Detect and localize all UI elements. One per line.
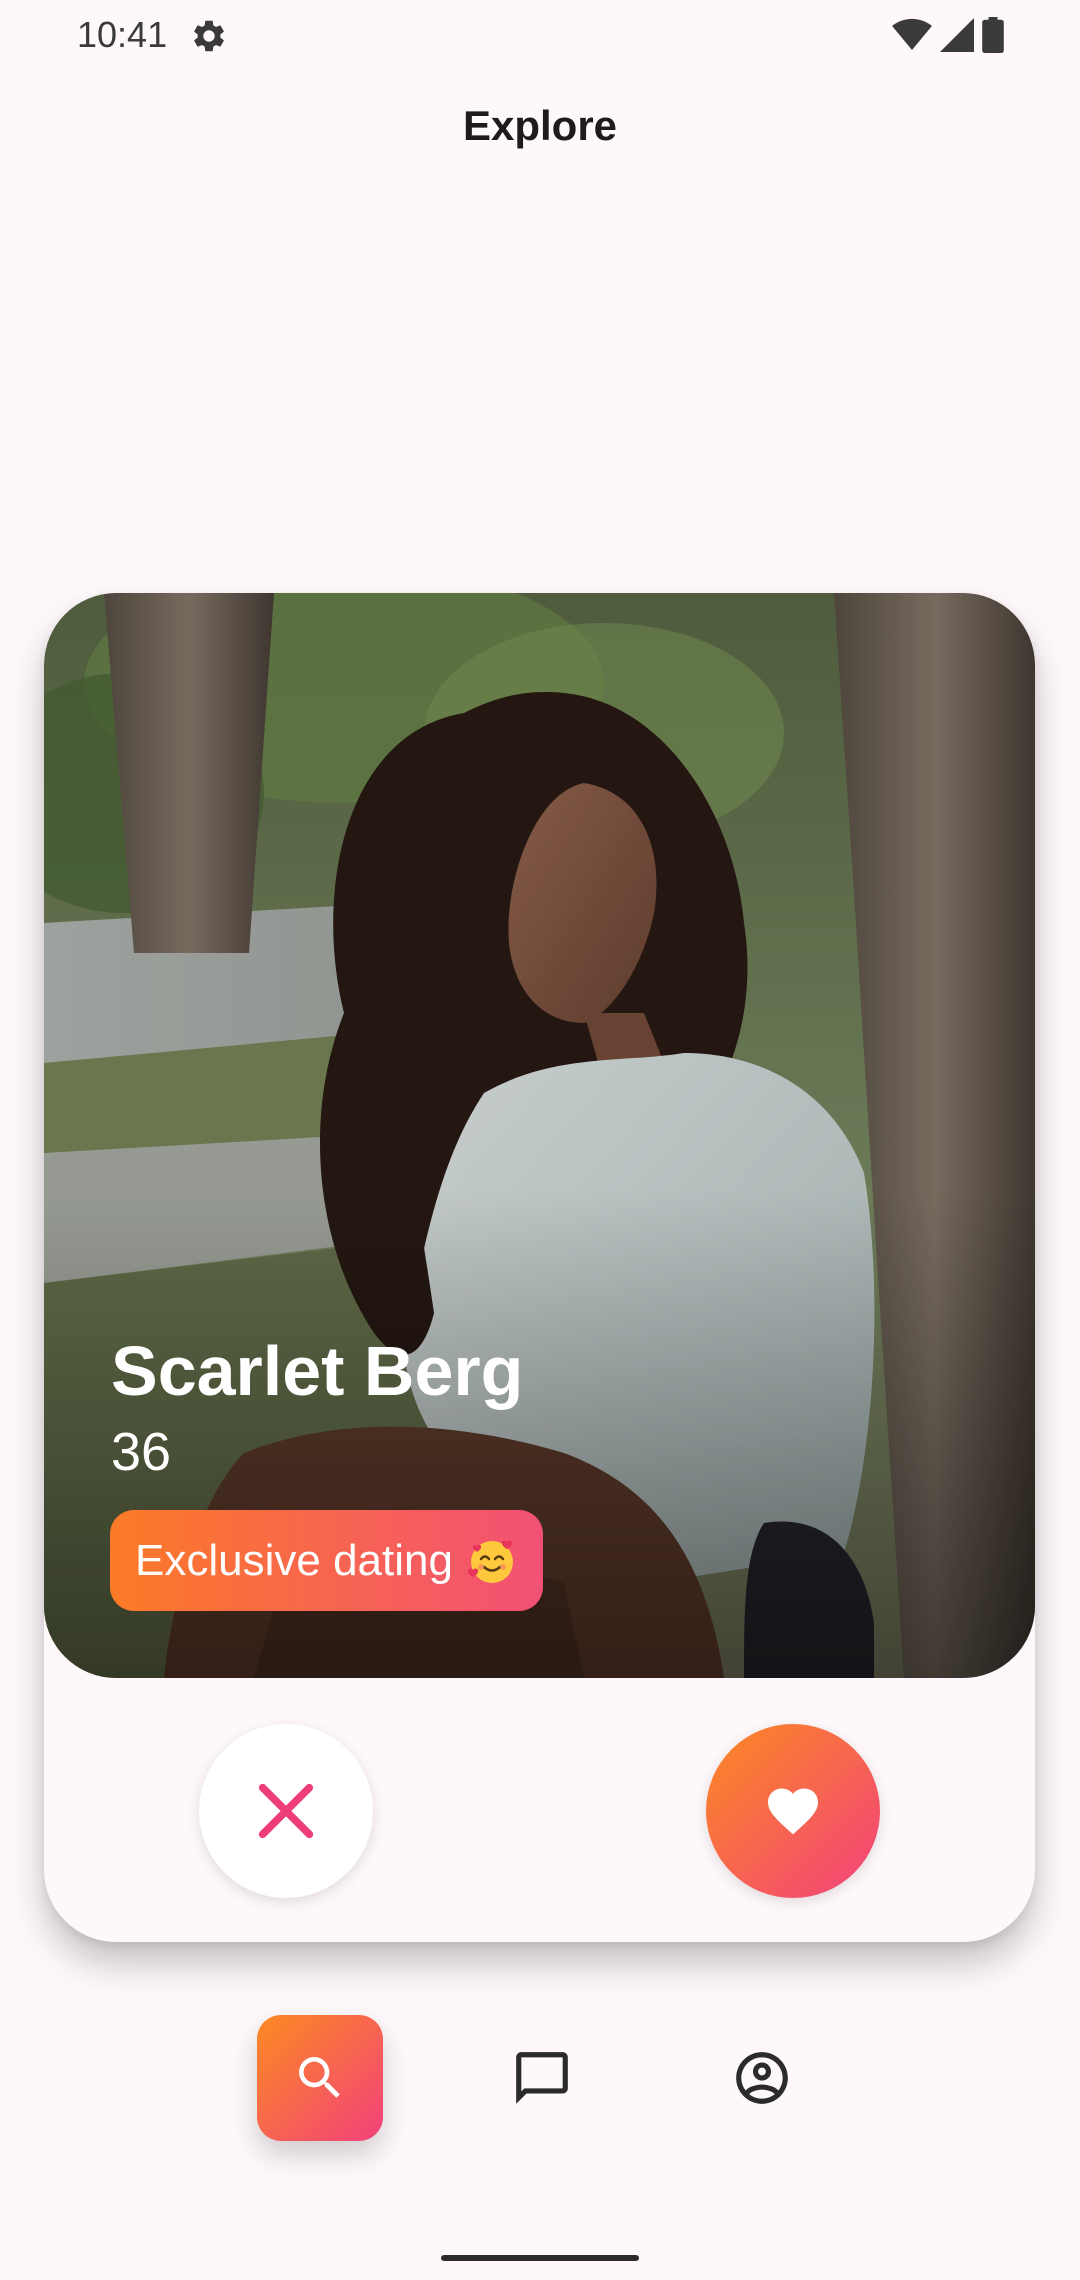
account-icon — [736, 2052, 788, 2104]
heart-icon — [768, 1788, 818, 1835]
bottom-navigation — [0, 2000, 1080, 2150]
explore-screen: 10:41 Explore Scarlet Berg 36 Exclusive … — [0, 0, 1080, 2280]
profile-photo[interactable]: Scarlet Berg 36 Exclusive dating — [44, 593, 1035, 1678]
close-icon — [258, 1783, 314, 1839]
dislike-button[interactable] — [199, 1724, 373, 1898]
signal-icon — [940, 18, 974, 52]
intent-badge-label: Exclusive dating — [135, 1535, 453, 1585]
profile-card[interactable]: Scarlet Berg 36 Exclusive dating — [44, 593, 1035, 1942]
status-time: 10:41 — [77, 14, 168, 55]
settings-icon — [194, 20, 224, 52]
status-icons — [892, 16, 1004, 54]
nav-item-profile[interactable] — [712, 2015, 812, 2141]
gesture-handle[interactable] — [441, 2255, 639, 2261]
profile-name: Scarlet Berg — [111, 1332, 524, 1410]
nav-item-messages[interactable] — [492, 2015, 592, 2141]
wifi-icon — [892, 18, 932, 50]
search-icon — [299, 2057, 340, 2098]
intent-badge: Exclusive dating — [110, 1510, 543, 1611]
status-bar: 10:41 — [0, 0, 1080, 70]
profile-age: 36 — [111, 1422, 172, 1482]
nav-item-explore[interactable] — [257, 2015, 383, 2141]
smiling-face-with-hearts-icon — [467, 1540, 513, 1583]
chat-icon — [516, 2052, 568, 2104]
battery-icon — [982, 17, 1004, 53]
like-button[interactable] — [706, 1724, 880, 1898]
page-title: Explore — [462, 102, 618, 149]
